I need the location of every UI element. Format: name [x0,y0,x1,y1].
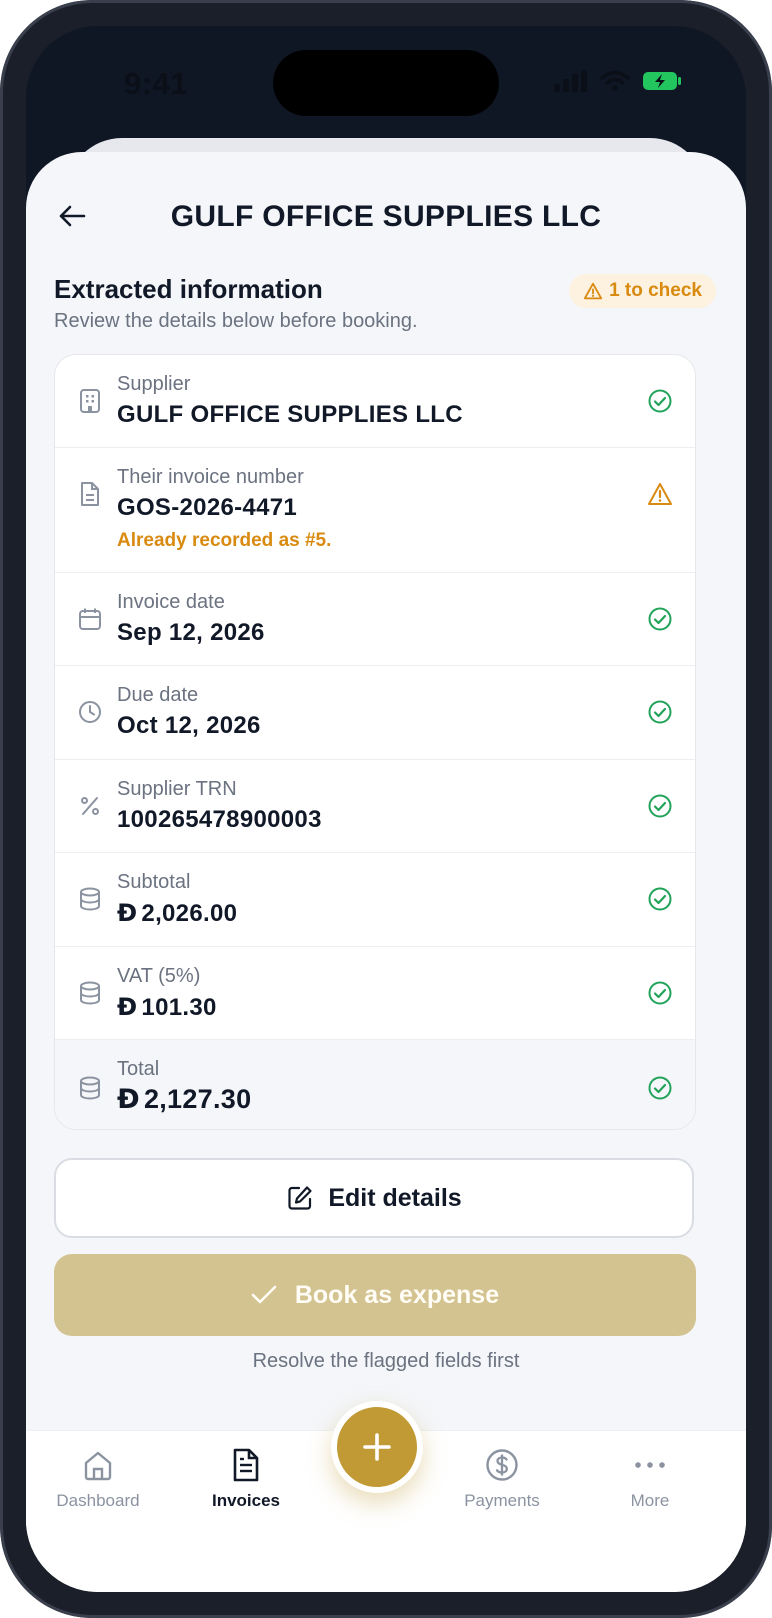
book-as-expense-button[interactable]: Book as expense [54,1254,696,1336]
field-value: GOS-2026-4471 [117,494,298,521]
check-circle-icon [647,388,673,414]
check-count-badge: 1 to check [569,274,716,308]
field-value: Đ 101.30 [117,993,217,1022]
field-label: Total [117,1058,160,1080]
home-icon [78,1445,118,1485]
field-value: GULF OFFICE SUPPLIES LLC [117,401,463,428]
check-circle-icon [647,793,673,819]
dirham-symbol: Đ [117,993,138,1021]
field-label: Their invoice number [117,466,304,488]
coins-icon [77,1075,103,1101]
tab-payments[interactable]: Payments [432,1445,572,1515]
edit-details-label: Edit details [328,1183,462,1212]
warning-icon [583,282,603,300]
field-value: Sep 12, 2026 [117,619,265,646]
check-circle-icon [647,699,673,725]
header: GULF OFFICE SUPPLIES LLC [26,152,746,242]
amount: 2,127.30 [143,1084,252,1114]
field-label: Supplier [117,373,191,395]
tab-invoices[interactable]: Invoices [176,1445,316,1515]
edit-icon [288,1186,312,1210]
tab-label: Payments [464,1491,540,1510]
field-row-invoice-number[interactable]: Their invoice number GOS-2026-4471 Alrea… [55,448,695,573]
badge-label: 1 to check [609,280,702,301]
wifi-icon [600,70,630,97]
check-circle-icon [647,606,673,632]
field-row-total[interactable]: Total Đ 2,127.30 [55,1040,695,1129]
amount: 2,026.00 [141,900,238,927]
coins-icon [77,886,103,912]
field-row-supplier[interactable]: Supplier GULF OFFICE SUPPLIES LLC [55,355,695,448]
field-value: 100265478900003 [117,806,322,833]
field-row-subtotal[interactable]: Subtotal Đ 2,026.00 [55,853,695,947]
resolve-hint-text: Resolve the flagged fields first [252,1350,520,1372]
section-subtitle: Review the details below before booking. [54,310,418,332]
tab-label: Invoices [211,1491,281,1510]
check-circle-icon [647,1075,673,1101]
more-dots-icon [630,1445,670,1485]
clock-icon [77,699,103,725]
dynamic-island [273,50,499,116]
amount: 101.30 [141,994,217,1021]
building-icon [77,388,103,414]
coins-icon [77,980,103,1006]
extracted-fields-card: Supplier GULF OFFICE SUPPLIES LLC Their … [54,354,696,1130]
warning-icon [647,481,673,507]
field-row-invoice-date[interactable]: Invoice date Sep 12, 2026 [55,573,695,666]
field-row-due-date[interactable]: Due date Oct 12, 2026 [55,666,695,760]
status-icons [554,70,682,97]
page-title: GULF OFFICE SUPPLIES LLC [170,200,602,233]
field-value: Oct 12, 2026 [117,712,261,739]
dollar-circle-icon [482,1445,522,1485]
book-as-expense-label: Book as expense [294,1280,500,1309]
bottom-tab-bar: Dashboard Invoices Payments More [26,1401,746,1592]
field-label: Subtotal [117,871,191,893]
signal-icon [554,70,588,97]
tab-label: More [630,1491,670,1510]
field-value: Đ 2,026.00 [117,899,237,928]
tab-more[interactable]: More [580,1445,720,1515]
field-label: VAT (5%) [117,965,201,987]
field-label: Due date [117,684,199,706]
status-time: 9:41 [124,66,189,101]
plus-icon [363,1433,391,1461]
duplicate-warning-text: Already recorded as #5. [117,530,332,551]
field-value: Đ 2,127.30 [117,1084,251,1115]
tab-label: Dashboard [56,1491,140,1510]
percent-icon [77,793,103,819]
document-icon [77,481,103,507]
battery-charging-icon [642,70,682,97]
invoice-icon [226,1445,266,1485]
dirham-symbol: Đ [117,899,138,927]
screen: 9:41 GULF OFFICE SUPPLIES LLC Extracted … [26,26,746,1592]
calendar-icon [77,606,103,632]
check-circle-icon [647,886,673,912]
phone-frame: 9:41 GULF OFFICE SUPPLIES LLC Extracted … [0,0,772,1618]
field-label: Invoice date [117,591,225,613]
edit-details-button[interactable]: Edit details [54,1158,694,1238]
check-icon [251,1285,277,1304]
field-row-vat[interactable]: VAT (5%) Đ 101.30 [55,947,695,1040]
section-title: Extracted information [54,274,323,304]
field-row-supplier-trn[interactable]: Supplier TRN 100265478900003 [55,760,695,853]
add-invoice-fab[interactable] [331,1401,423,1493]
check-circle-icon [647,980,673,1006]
tab-dashboard[interactable]: Dashboard [28,1445,168,1515]
invoice-review-sheet: GULF OFFICE SUPPLIES LLC Extracted infor… [26,152,746,1592]
field-label: Supplier TRN [117,778,237,800]
dirham-symbol: Đ [117,1084,140,1115]
